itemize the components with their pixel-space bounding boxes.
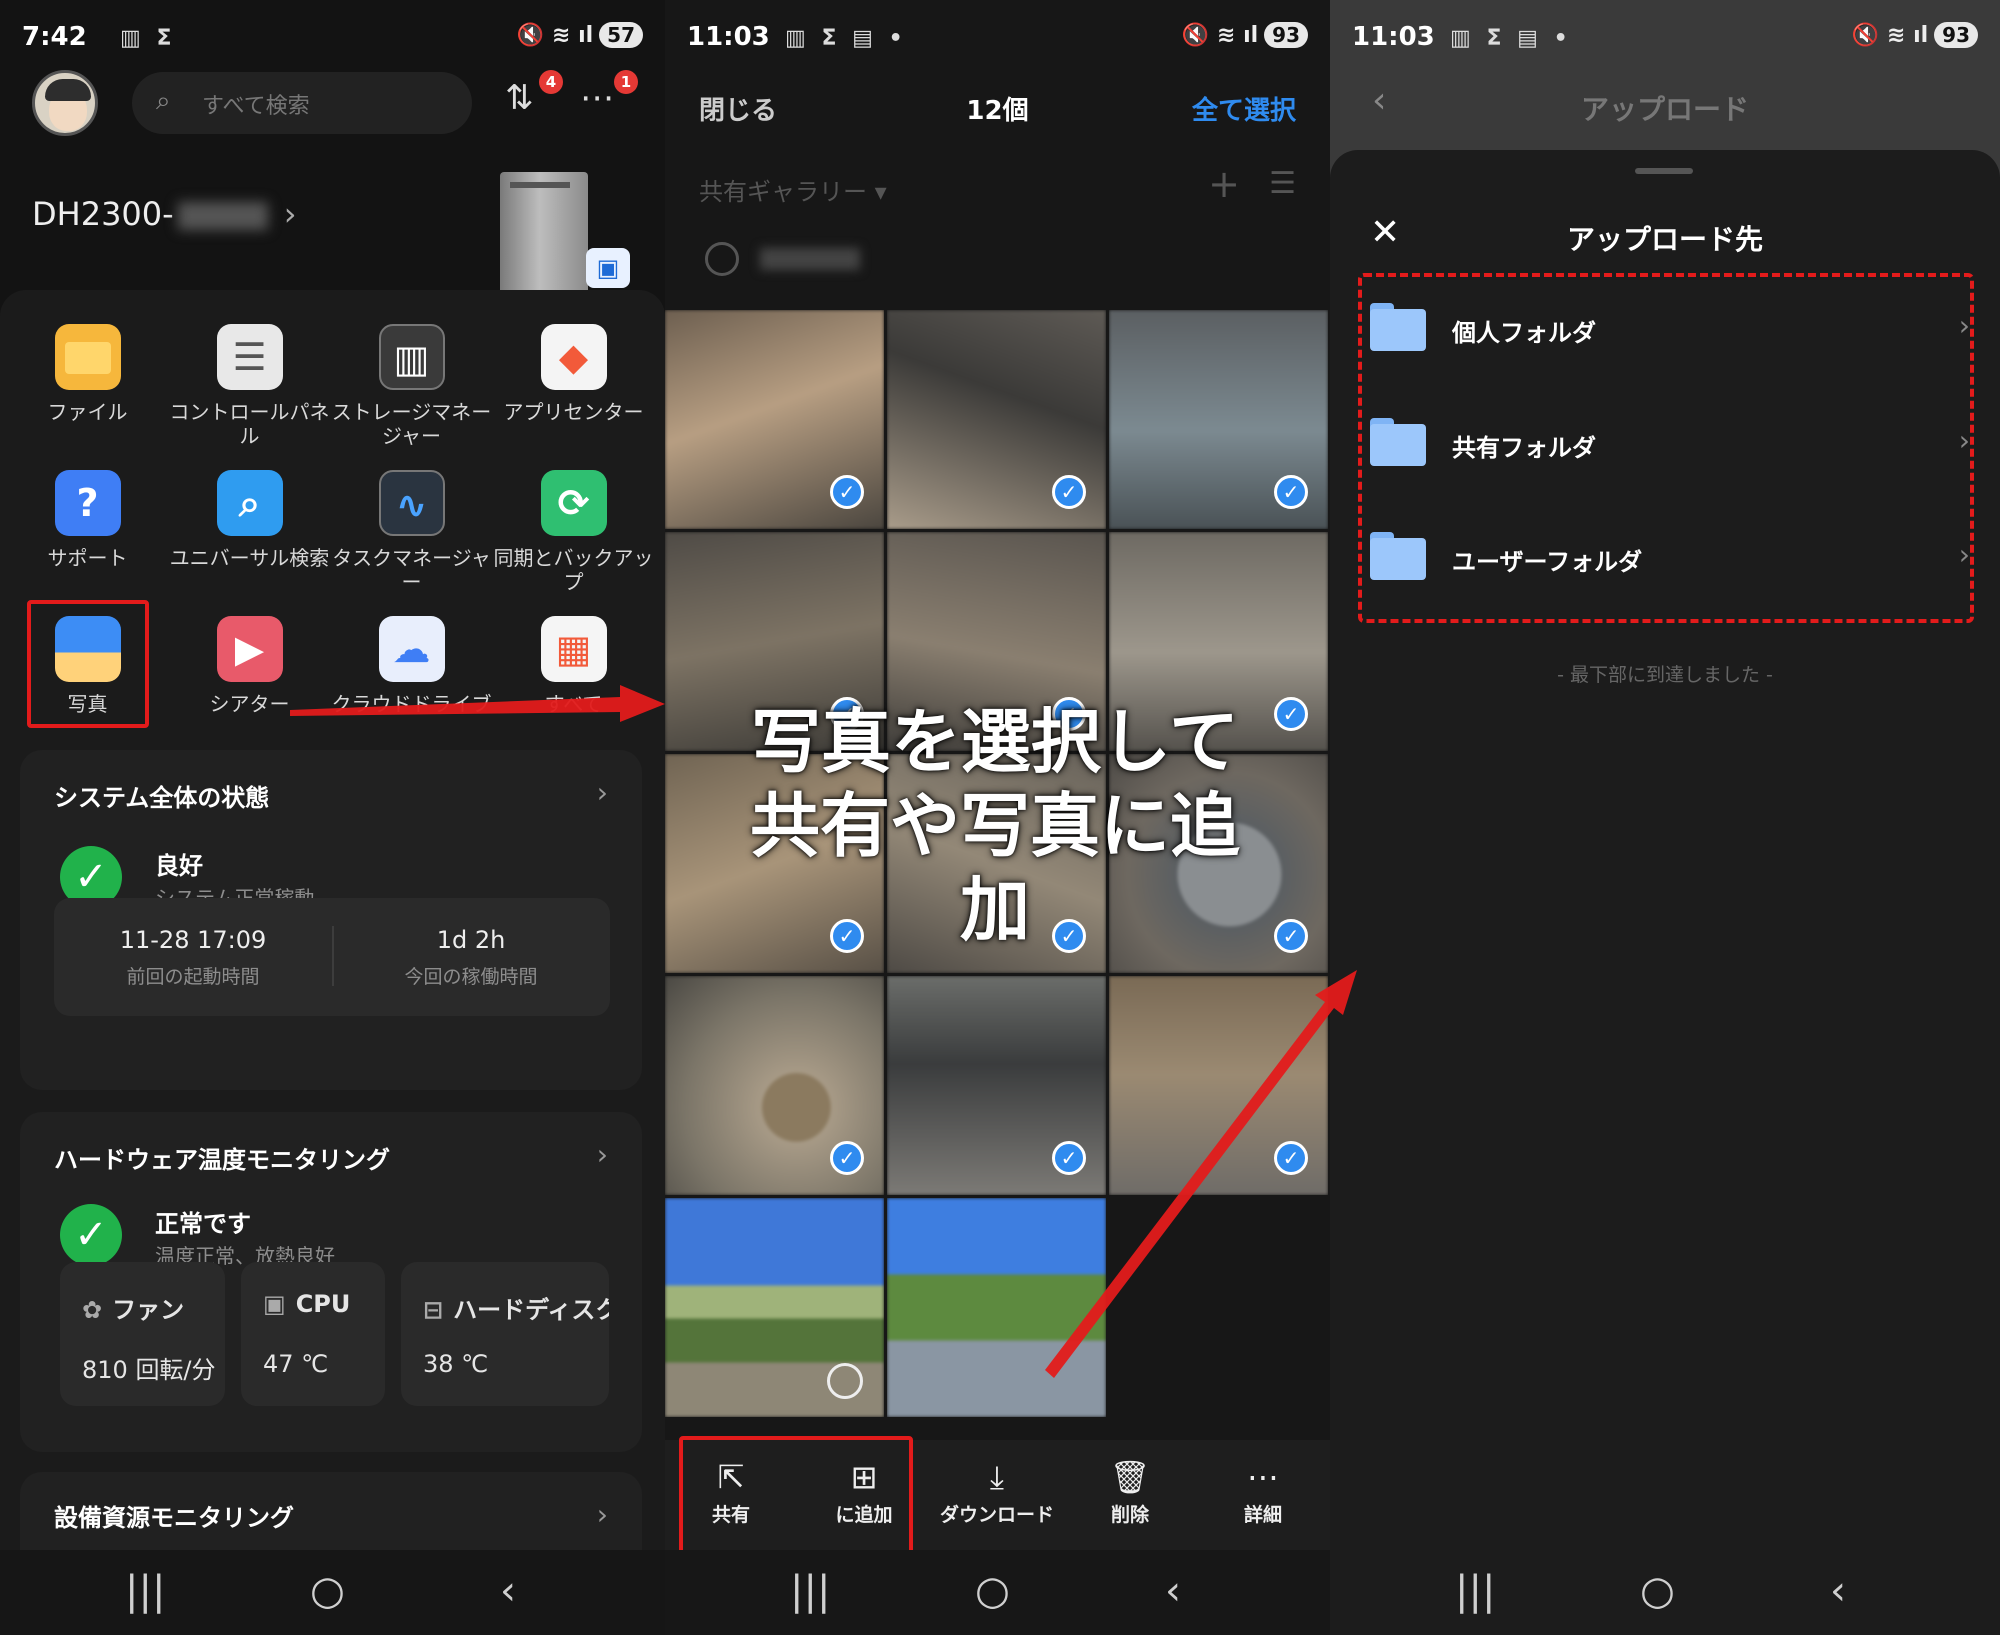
arrow-add-to-upload [1045,970,1357,1378]
arrow-photos-to-select [290,685,665,722]
tutorial-arrows [290,685,1357,1378]
